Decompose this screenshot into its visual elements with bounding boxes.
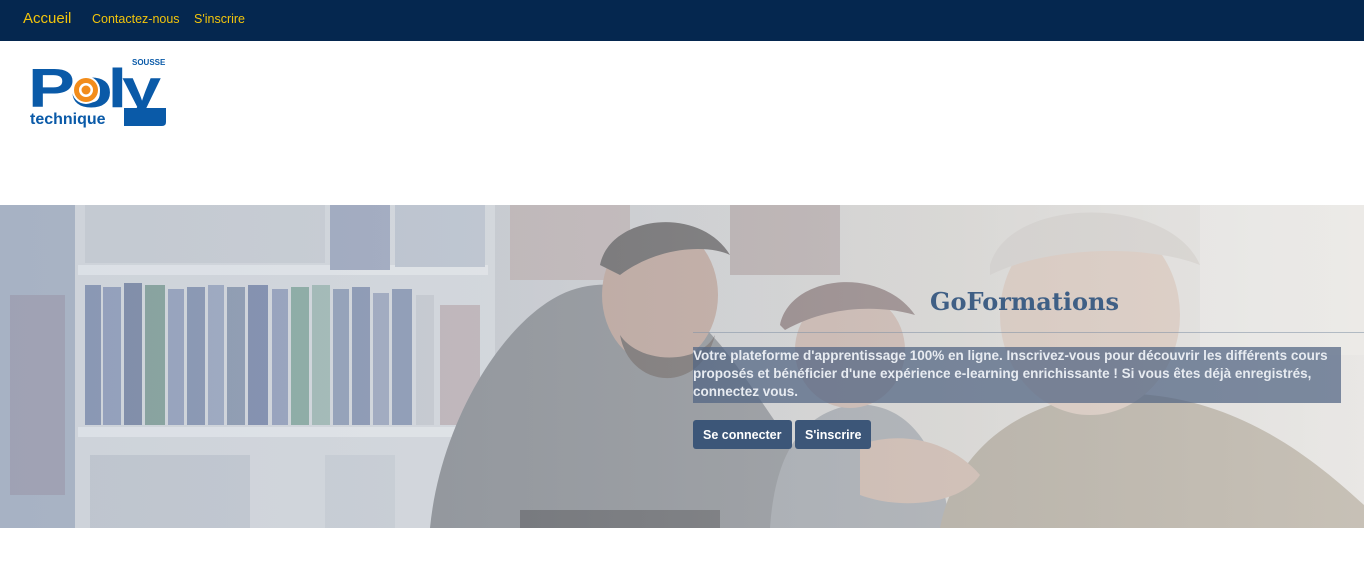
hero-title: GoFormations [930,287,1119,316]
nav-home-link[interactable]: Accueil [23,10,71,27]
login-button[interactable]: Se connecter [693,420,792,449]
hero-divider [693,332,1364,333]
signup-button[interactable]: S'inscrire [795,420,872,449]
hero-banner: GoFormations Votre plateforme d'apprenti… [0,205,1364,528]
logo-subtitle: technique [30,111,106,128]
hero-description: Votre plateforme d'apprentissage 100% en… [693,347,1341,403]
polytechnique-logo[interactable]: SOUSSE Poly technique [28,56,168,128]
top-navbar: Accueil Contactez-nous S'inscrire [0,0,1364,41]
nav-signup-link[interactable]: S'inscrire [194,12,245,26]
nav-contact-link[interactable]: Contactez-nous [92,12,180,26]
